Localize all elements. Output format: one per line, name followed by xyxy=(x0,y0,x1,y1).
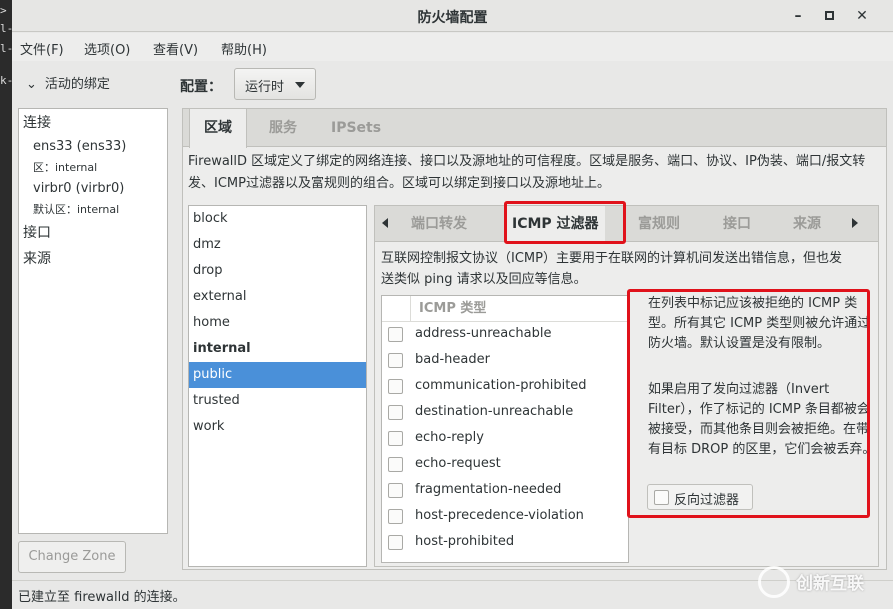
window-title: 防火墙配置 xyxy=(417,10,488,26)
zone-item[interactable]: external xyxy=(189,284,366,310)
active-bindings-label: 活动的绑定 xyxy=(44,77,110,92)
connection-name[interactable]: virbr0 (virbr0) xyxy=(33,181,124,196)
icmp-row[interactable]: host-prohibited xyxy=(382,530,628,556)
zone-item-default[interactable]: internal xyxy=(189,336,366,362)
menu-bar: 文件(F) 选项(O) 查看(V) 帮助(H) xyxy=(12,33,893,61)
icmp-type-label: communication-prohibited xyxy=(415,378,587,393)
icmp-type-list: ICMP 类型 address-unreachable bad-header c… xyxy=(381,295,629,563)
zone-item[interactable]: drop xyxy=(189,258,366,284)
connection-name[interactable]: ens33 (ens33) xyxy=(33,139,126,154)
icmp-checkbox[interactable] xyxy=(388,535,403,550)
icmp-type-label: echo-request xyxy=(415,456,501,471)
invert-filter-help-text: 如果启用了发向过滤器（Invert Filter），作了标记的 ICMP 条目都… xyxy=(648,382,876,457)
icmp-type-label: host-precedence-violation xyxy=(415,508,584,523)
icmp-row[interactable]: address-unreachable xyxy=(382,322,628,348)
zone-sub-tabs: 端口转发 ICMP 过滤器 富规则 接口 来源 xyxy=(375,206,878,242)
invert-filter-checkbox[interactable] xyxy=(654,490,669,505)
icmp-type-label: destination-unreachable xyxy=(415,404,574,419)
icmp-checkbox[interactable] xyxy=(388,353,403,368)
zone-item[interactable]: work xyxy=(189,414,366,440)
icmp-checkbox[interactable] xyxy=(388,509,403,524)
zone-description: FirewallD 区域定义了绑定的网络连接、接口以及源地址的可信程度。区域是服… xyxy=(188,154,866,191)
title-bar[interactable]: 防火墙配置 – ✕ xyxy=(12,0,893,32)
menu-file[interactable]: 文件(F) xyxy=(20,39,64,58)
icmp-row[interactable]: bad-header xyxy=(382,348,628,374)
maximize-button[interactable] xyxy=(818,5,840,27)
icmp-row[interactable]: host-precedence-violation xyxy=(382,504,628,530)
icmp-row[interactable]: echo-reply xyxy=(382,426,628,452)
icmp-type-column-header[interactable]: ICMP 类型 xyxy=(410,296,486,322)
tab-interfaces[interactable]: 接口 xyxy=(723,206,751,242)
scroll-right-icon[interactable] xyxy=(852,218,858,228)
zone-item[interactable]: trusted xyxy=(189,388,366,414)
icmp-type-label: bad-header xyxy=(415,352,490,367)
icmp-checkbox[interactable] xyxy=(388,327,403,342)
tab-sources[interactable]: 来源 xyxy=(793,206,821,242)
sidebar-section-interfaces[interactable]: 接口 xyxy=(23,222,51,242)
tab-port-forwarding[interactable]: 端口转发 xyxy=(411,206,467,242)
icmp-checkbox[interactable] xyxy=(388,379,403,394)
icmp-help-area: 在列表中标记应该被拒绝的 ICMP 类型。所有其它 ICMP 类型则被允许通过防… xyxy=(639,290,881,517)
watermark-logo-icon xyxy=(758,566,790,598)
sidebar-section-sources[interactable]: 来源 xyxy=(23,248,51,268)
icmp-row[interactable]: fragmentation-needed xyxy=(382,478,628,504)
status-text: 已建立至 firewalld 的连接。 xyxy=(18,590,186,605)
sidebar-section-connections[interactable]: 连接 xyxy=(23,112,51,132)
icmp-type-label: address-unreachable xyxy=(415,326,552,341)
tab-rich-rules[interactable]: 富规则 xyxy=(638,206,680,242)
background-terminal: > l- l- k- xyxy=(0,0,13,609)
firewall-config-window: 防火墙配置 – ✕ 文件(F) 选项(O) 查看(V) 帮助(H) ⌄ 活动的绑定… xyxy=(12,0,893,609)
close-button[interactable]: ✕ xyxy=(851,5,873,27)
icmp-checkbox[interactable] xyxy=(388,405,403,420)
chevron-down-icon: ⌄ xyxy=(26,77,37,92)
icmp-row[interactable]: echo-request xyxy=(382,452,628,478)
scroll-left-icon[interactable] xyxy=(382,218,388,228)
zone-item[interactable]: home xyxy=(189,310,366,336)
minimize-button[interactable]: – xyxy=(787,5,809,27)
zone-item[interactable]: dmz xyxy=(189,232,366,258)
active-bindings-list: 连接 ens33 (ens33) 区：internal virbr0 (virb… xyxy=(18,108,168,534)
tab-icmp-filter[interactable]: ICMP 过滤器 xyxy=(506,206,605,242)
config-label: 配置： xyxy=(180,79,222,95)
menu-options[interactable]: 选项(O) xyxy=(84,39,130,58)
config-dropdown[interactable]: 运行时 xyxy=(234,68,316,100)
zone-list: block dmz drop external home internal pu… xyxy=(188,205,367,567)
close-icon: ✕ xyxy=(856,8,868,24)
active-bindings-toggle[interactable]: ⌄ 活动的绑定 xyxy=(26,73,110,92)
icmp-type-label: fragmentation-needed xyxy=(415,482,562,497)
minimize-icon: – xyxy=(794,8,802,24)
tab-zones[interactable]: 区域 xyxy=(189,109,247,148)
connection-zone: 区：internal xyxy=(33,161,98,174)
tab-services[interactable]: 服务 xyxy=(255,109,311,147)
icmp-row[interactable]: communication-prohibited xyxy=(382,374,628,400)
maximize-icon xyxy=(824,11,834,20)
icmp-checkbox[interactable] xyxy=(388,483,403,498)
dropdown-arrow-icon xyxy=(295,82,305,88)
icmp-checkbox[interactable] xyxy=(388,457,403,472)
icmp-type-label: host-prohibited xyxy=(415,534,515,549)
watermark: 创新互联 xyxy=(758,564,888,598)
tab-ipsets[interactable]: IPSets xyxy=(317,109,395,147)
connection-zone: 默认区：internal xyxy=(33,203,120,216)
menu-view[interactable]: 查看(V) xyxy=(153,39,198,58)
icmp-help-text: 在列表中标记应该被拒绝的 ICMP 类型。所有其它 ICMP 类型则被允许通过防… xyxy=(648,296,871,351)
icmp-row[interactable]: destination-unreachable xyxy=(382,400,628,426)
icmp-list-header: ICMP 类型 xyxy=(382,296,628,322)
menu-help[interactable]: 帮助(H) xyxy=(221,39,267,58)
icmp-checkbox[interactable] xyxy=(388,431,403,446)
invert-filter-toggle[interactable]: 反向过滤器 xyxy=(647,484,753,510)
main-tabs: 区域 服务 IPSets xyxy=(183,109,886,148)
icmp-description: 互联网控制报文协议（ICMP）主要用于在联网的计算机间发送出错信息，但也发送类似… xyxy=(381,251,842,287)
zone-item-selected[interactable]: public xyxy=(189,362,366,388)
invert-filter-label: 反向过滤器 xyxy=(674,493,740,508)
icmp-type-label: echo-reply xyxy=(415,430,484,445)
watermark-text: 创新互联 xyxy=(796,574,864,594)
change-zone-button[interactable]: Change Zone xyxy=(18,541,126,573)
config-dropdown-value: 运行时 xyxy=(245,80,285,95)
zone-item[interactable]: block xyxy=(189,206,366,232)
